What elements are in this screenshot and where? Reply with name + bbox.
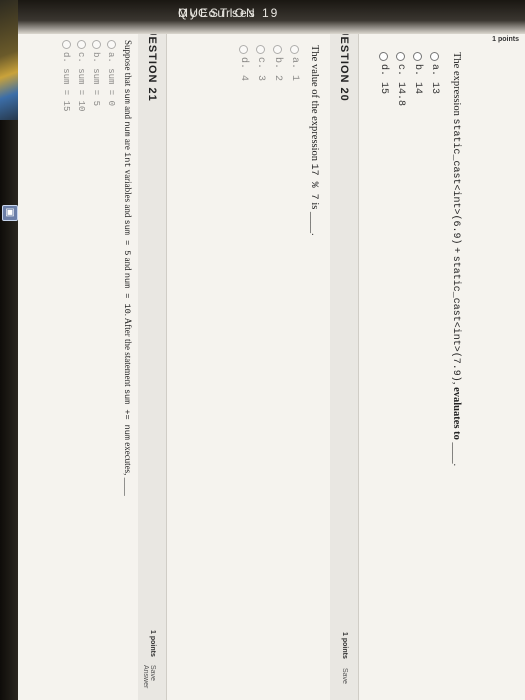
- q20-code: 17 % 7: [308, 163, 319, 200]
- question-21-header: QUESTION 21 1 points Save Answer: [138, 0, 167, 700]
- q19-code-1: static_cast<int>(6.9): [450, 118, 461, 245]
- q20-option-d[interactable]: d. 4: [235, 45, 252, 81]
- q19-option-b[interactable]: b. 14: [409, 52, 426, 106]
- q21-option-a[interactable]: a. sum = 0: [104, 40, 119, 111]
- q20-save-button[interactable]: Save: [341, 668, 348, 684]
- q19-points: 1 points: [492, 36, 519, 43]
- q21-options: a. sum = 0 b. sum = 5 c. sum = 10 d. sum…: [59, 40, 119, 111]
- q20-option-b[interactable]: b. 2: [269, 45, 286, 81]
- radio-icon[interactable]: [379, 52, 388, 61]
- q21-option-d[interactable]: d. sum = 15: [59, 40, 74, 111]
- radio-icon[interactable]: [77, 40, 86, 49]
- question-19-text: The expression static_cast<int>(6.9) + s…: [450, 52, 462, 467]
- radio-icon[interactable]: [62, 40, 71, 49]
- radio-icon[interactable]: [239, 45, 248, 54]
- q21-points: 1 points: [149, 630, 156, 657]
- question-20-header: QUESTION 20 1 points Save: [330, 0, 359, 700]
- radio-icon[interactable]: [290, 45, 299, 54]
- quiz-page: The expression static_cast<int>(6.9) + s…: [18, 0, 525, 700]
- question-21-text: Suppose that sum and num are int variabl…: [122, 40, 133, 496]
- q21-save-answer-button[interactable]: Save Answer: [142, 665, 156, 700]
- q20-option-a[interactable]: a. 1: [286, 45, 303, 81]
- radio-icon[interactable]: [273, 45, 282, 54]
- radio-icon[interactable]: [92, 40, 101, 49]
- q19-option-a[interactable]: a. 13: [426, 52, 443, 106]
- q19-code-2: static_cast<int>(7.9): [450, 255, 461, 382]
- q19-plus: +: [450, 247, 461, 254]
- q19-option-c[interactable]: c. 14.8: [392, 52, 409, 106]
- radio-icon[interactable]: [107, 40, 116, 49]
- q20-option-c[interactable]: c. 3: [252, 45, 269, 81]
- question-20-text: The value of the expression 17 % 7 is __…: [308, 45, 320, 236]
- q21-option-c[interactable]: c. sum = 10: [74, 40, 89, 111]
- question-19-header-banner: QUESTION 19 MyCourses: [18, 0, 525, 34]
- q20-points: 1 points: [341, 632, 348, 659]
- mycourses-brand-link[interactable]: MyCourses: [178, 6, 521, 20]
- radio-icon[interactable]: [396, 52, 405, 61]
- q19-options: a. 13 b. 14 c. 14.8 d. 15: [375, 52, 443, 106]
- q19-option-d[interactable]: d. 15: [375, 52, 392, 106]
- q19-prefix: The expression: [451, 52, 462, 116]
- radio-icon[interactable]: [430, 52, 439, 61]
- radio-icon[interactable]: [256, 45, 265, 54]
- q21-option-b[interactable]: b. sum = 5: [89, 40, 104, 111]
- radio-icon[interactable]: [413, 52, 422, 61]
- q19-blank: ____.: [451, 442, 462, 467]
- rotated-quiz-content: The expression static_cast<int>(6.9) + s…: [36, 0, 525, 700]
- q19-suffix: evaluates to: [451, 387, 462, 440]
- q20-options: a. 1 b. 2 c. 3 d. 4: [235, 45, 303, 81]
- desktop-app-icon[interactable]: ▣: [2, 205, 18, 221]
